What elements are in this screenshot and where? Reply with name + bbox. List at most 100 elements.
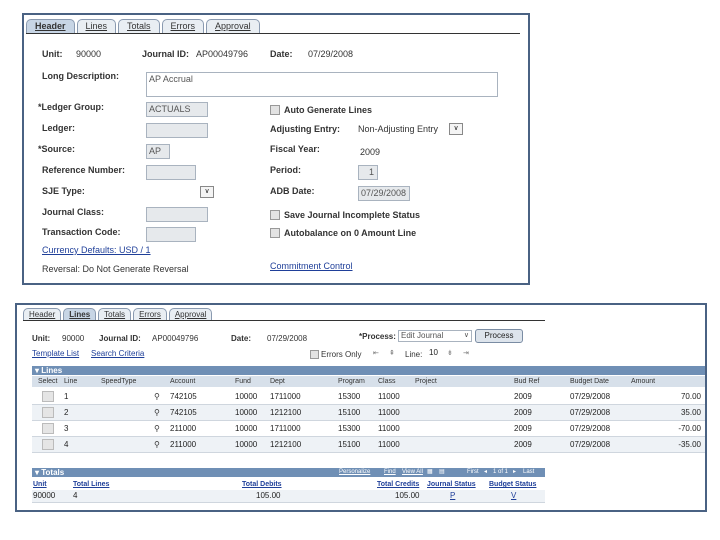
sje-type-dropdown[interactable]: ∨ [200,186,214,198]
col-total-debits[interactable]: Total Debits [242,479,282,490]
account-cell[interactable]: 211000 [170,421,196,436]
dept-cell[interactable]: 1212100 [270,405,301,420]
tab-totals[interactable]: Totals [118,19,160,33]
tab-approval[interactable]: Approval [206,19,260,33]
table-row[interactable]: 1 ⚲ 742105 10000 1711000 15300 11000 200… [32,389,705,405]
first-link[interactable]: First [467,468,479,477]
collapse-icon[interactable]: ▾ [35,468,39,477]
lines-section-header[interactable]: ▾ Lines [32,366,705,375]
dept-cell[interactable]: 1711000 [270,389,301,404]
previous-line-icon[interactable]: ⇞ [389,349,395,357]
tab-lines[interactable]: Lines [76,19,117,33]
tab-approval[interactable]: Approval [168,308,213,320]
search-icon[interactable]: ⚲ [154,421,160,436]
bud-ref-cell[interactable]: 2009 [514,437,532,452]
col-total-lines[interactable]: Total Lines [73,479,109,490]
grid-icon[interactable]: ▦ [427,468,433,477]
ledger-group-field[interactable]: ACTUALS [146,102,208,117]
fund-cell[interactable]: 10000 [235,421,257,436]
table-row[interactable]: 3 ⚲ 211000 10000 1711000 15300 11000 200… [32,421,705,437]
search-icon[interactable]: ⚲ [154,389,160,404]
tab-errors[interactable]: Errors [133,308,167,320]
autobalance-checkbox[interactable] [270,228,280,238]
amount-cell[interactable]: 70.00 [681,389,701,404]
fund-cell[interactable]: 10000 [235,389,257,404]
collapse-icon[interactable]: ▾ [35,366,39,375]
table-row[interactable]: 4 ⚲ 211000 10000 1212100 15100 11000 200… [32,437,705,453]
save-incomplete-checkbox[interactable] [270,210,280,220]
bud-ref-cell[interactable]: 2009 [514,405,532,420]
budget-date-cell[interactable]: 07/29/2008 [570,421,610,436]
program-cell[interactable]: 15300 [338,389,360,404]
class-cell[interactable]: 11000 [378,389,400,404]
last-line-icon[interactable]: ⇥ [463,349,469,357]
col-total-credits[interactable]: Total Credits [377,479,419,490]
program-cell[interactable]: 15100 [338,437,360,452]
process-button[interactable]: Process [475,329,523,343]
class-cell[interactable]: 11000 [378,437,400,452]
find-link[interactable]: Find [384,468,396,477]
errors-only-checkbox[interactable] [310,350,319,359]
ledger-field[interactable] [146,123,208,138]
auto-generate-checkbox[interactable] [270,105,280,115]
row-select-checkbox[interactable] [42,391,54,402]
next-icon[interactable]: ▸ [513,468,516,477]
program-cell[interactable]: 15100 [338,405,360,420]
fund-cell[interactable]: 10000 [235,405,257,420]
class-cell[interactable]: 11000 [378,405,400,420]
account-cell[interactable]: 742105 [170,405,197,420]
last-link[interactable]: Last [523,468,534,477]
budget-status-link[interactable]: V [511,490,516,502]
view-all-link[interactable]: View All [402,468,423,477]
source-field[interactable]: AP [146,144,170,159]
previous-icon[interactable]: ◂ [484,468,487,477]
bud-ref-cell[interactable]: 2009 [514,389,532,404]
search-icon[interactable]: ⚲ [154,405,160,420]
col-unit[interactable]: Unit [33,479,47,490]
budget-date-cell[interactable]: 07/29/2008 [570,437,610,452]
search-icon[interactable]: ⚲ [154,437,160,452]
bud-ref-cell[interactable]: 2009 [514,421,532,436]
personalize-link[interactable]: Personalize [339,468,370,477]
period-field[interactable]: 1 [358,165,378,180]
dept-cell[interactable]: 1711000 [270,421,301,436]
template-list-link[interactable]: Template List [32,349,79,358]
tab-header[interactable]: Header [23,308,62,320]
journal-status-link[interactable]: P [450,490,455,502]
amount-cell[interactable]: -35.00 [678,437,701,452]
reference-number-field[interactable] [146,165,196,180]
budget-date-cell[interactable]: 07/29/2008 [570,389,610,404]
tab-header[interactable]: Header [26,19,75,33]
tab-totals[interactable]: Totals [98,308,132,320]
journal-class-field[interactable] [146,207,208,222]
adjusting-entry-dropdown[interactable]: ∨ [449,123,463,135]
fund-cell[interactable]: 10000 [235,437,257,452]
program-cell[interactable]: 15300 [338,421,360,436]
next-line-icon[interactable]: ⇟ [447,349,453,357]
transaction-code-field[interactable] [146,227,196,242]
row-select-checkbox[interactable] [42,439,54,450]
class-cell[interactable]: 11000 [378,421,400,436]
row-select-checkbox[interactable] [42,423,54,434]
account-cell[interactable]: 742105 [170,389,197,404]
amount-cell[interactable]: 35.00 [681,405,701,420]
tab-lines[interactable]: Lines [63,308,97,320]
amount-cell[interactable]: -70.00 [678,421,701,436]
row-select-checkbox[interactable] [42,407,54,418]
search-criteria-link[interactable]: Search Criteria [91,349,144,358]
currency-defaults-link[interactable]: Currency Defaults: USD / 1 [42,245,151,255]
adb-date-field[interactable]: 07/29/2008 [358,186,410,201]
download-icon[interactable]: ▤ [439,468,445,477]
process-select[interactable]: Edit Journal ∨ [398,330,472,342]
commitment-control-link[interactable]: Commitment Control [270,261,353,271]
dept-cell[interactable]: 1212100 [270,437,301,452]
col-budget-status[interactable]: Budget Status [489,479,536,490]
table-row[interactable]: 2 ⚲ 742105 10000 1212100 15100 11000 200… [32,405,705,421]
line-value[interactable]: 10 [429,348,438,357]
long-description-field[interactable]: AP Accrual [146,72,498,97]
first-line-icon[interactable]: ⇤ [373,349,379,357]
budget-date-cell[interactable]: 07/29/2008 [570,405,610,420]
col-journal-status[interactable]: Journal Status [427,479,476,490]
tab-errors[interactable]: Errors [161,19,205,33]
account-cell[interactable]: 211000 [170,437,196,452]
